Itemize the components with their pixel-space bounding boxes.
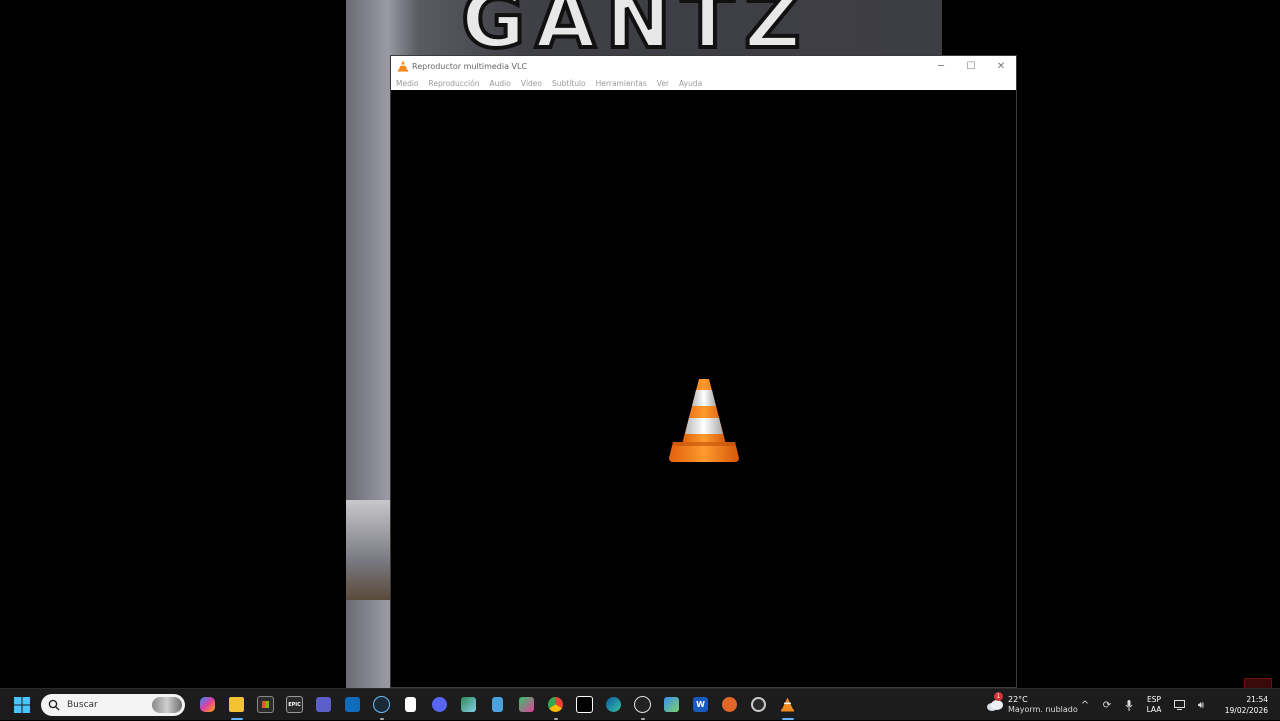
notepad-icon[interactable] [396,689,425,721]
menu-bar: Medio Reproducción Audio Vídeo Subtítulo… [391,76,1016,90]
outlook-icon[interactable] [338,689,367,721]
clock-date: 19/02/2026 [1224,706,1268,715]
menu-ver[interactable]: Ver [657,79,669,88]
menu-audio[interactable]: Audio [489,79,510,88]
clock-time: 21:54 [1246,695,1268,704]
keyboard-layout: LAA [1146,705,1162,714]
taskbar-search[interactable] [41,693,185,716]
menu-herramientas[interactable]: Herramientas [596,79,647,88]
bonfire-icon[interactable] [715,689,744,721]
teams-icon[interactable] [309,689,338,721]
vlc-cone-icon [669,379,739,462]
menu-medio[interactable]: Medio [396,79,419,88]
obs-icon[interactable] [628,689,657,721]
start-button[interactable] [11,694,33,716]
vlc-window: Reproductor multimedia VLC ─ ☐ ✕ Medio R… [390,55,1017,688]
game-icon[interactable] [512,689,541,721]
capcut-icon[interactable] [570,689,599,721]
background-light [346,500,390,600]
steam-icon[interactable] [367,689,396,721]
microphone-icon[interactable] [1118,689,1140,721]
vlc-taskbar-icon [781,697,794,712]
search-input[interactable] [65,698,149,711]
epic-games-icon[interactable]: EPIC [280,689,309,721]
settings-icon[interactable] [744,689,773,721]
language-indicator[interactable]: ESP LAA [1140,695,1168,715]
notes-icon[interactable] [483,689,512,721]
word-icon[interactable]: W [686,689,715,721]
microsoft-store-icon[interactable] [251,689,280,721]
unity-icon[interactable] [657,689,686,721]
menu-subtitulo[interactable]: Subtítulo [552,79,586,88]
edge-icon[interactable] [599,689,628,721]
window-controls: ─ ☐ ✕ [926,56,1016,76]
sync-icon[interactable]: ⟳ [1096,689,1118,721]
clock[interactable]: 21:54 19/02/2026 [1212,694,1280,716]
menu-video[interactable]: Vídeo [521,79,542,88]
background-title-art: GANTZ [459,0,811,66]
photos-icon[interactable] [454,689,483,721]
pinned-apps: EPIC W [193,689,802,721]
menu-ayuda[interactable]: Ayuda [679,79,702,88]
windows-logo-icon [14,696,30,713]
maximize-button[interactable]: ☐ [956,56,986,76]
weather-badge: 1 [994,692,1003,701]
chevron-up-icon[interactable]: ^ [1074,689,1096,721]
network-icon[interactable] [1168,689,1190,721]
weather-condition: Mayorm. nublado [1008,705,1078,714]
system-tray: ^ ⟳ ESP LAA 🔊︎ 21:54 19/02/2026 [1074,689,1280,721]
video-area[interactable] [391,90,1016,687]
search-icon [48,699,60,710]
menu-reproduccion[interactable]: Reproducción [429,79,480,88]
close-button[interactable]: ✕ [986,56,1016,76]
copilot-icon[interactable] [193,689,222,721]
taskbar: EPIC [0,688,1280,720]
weather-widget[interactable]: 1 22°C Mayorm. nublado [986,689,1078,721]
language-code: ESP [1146,695,1162,704]
search-highlight-image [152,696,182,713]
vlc-app-icon [397,60,409,72]
file-explorer-icon[interactable] [222,689,251,721]
minimize-button[interactable]: ─ [926,56,956,76]
chrome-icon[interactable] [541,689,570,721]
vlc-icon[interactable] [773,689,802,721]
weather-temperature: 22°C [1008,695,1028,704]
window-title: Reproductor multimedia VLC [412,61,528,71]
cloud-icon: 1 [986,692,1004,713]
discord-icon[interactable] [425,689,454,721]
title-bar[interactable]: Reproductor multimedia VLC ─ ☐ ✕ [391,56,1016,76]
volume-icon[interactable]: 🔊︎ [1190,689,1212,721]
